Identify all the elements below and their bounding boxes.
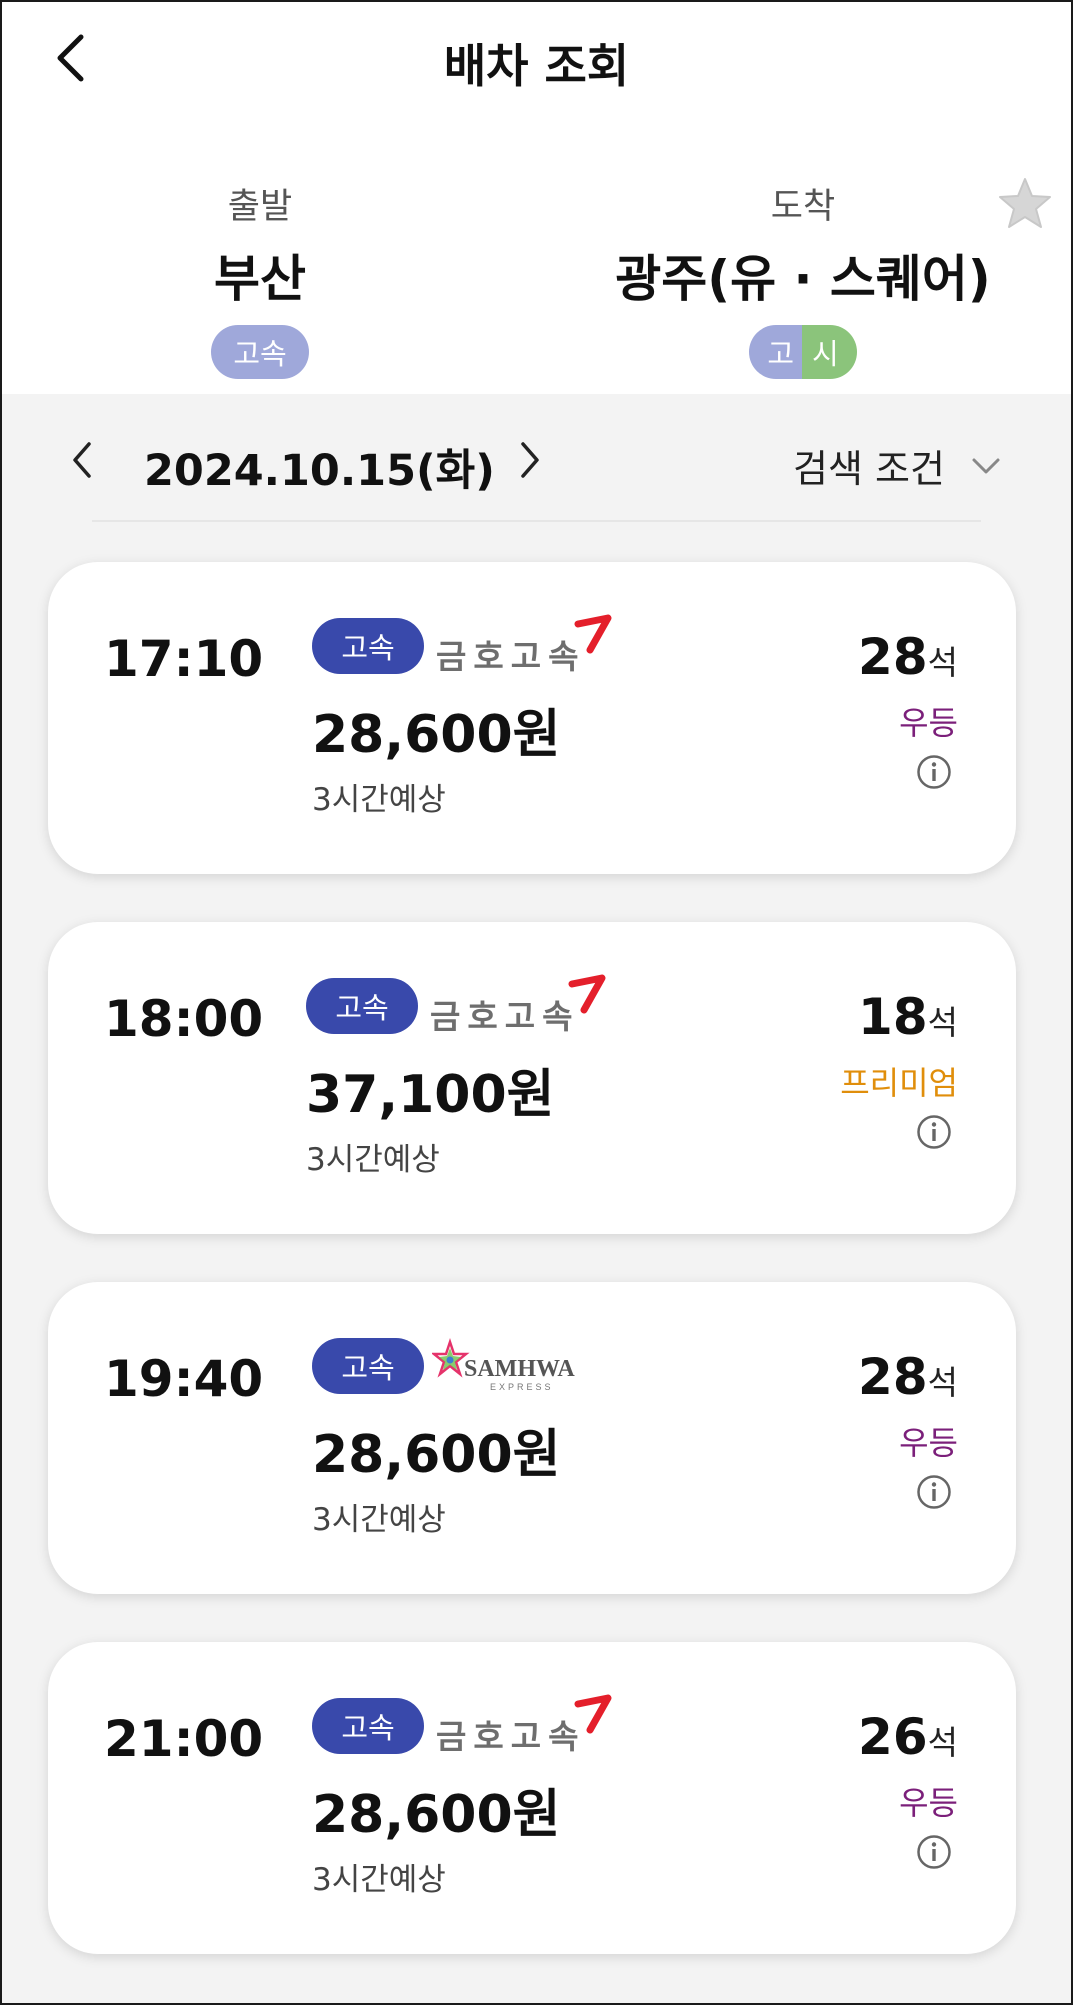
samhwa-star-icon — [432, 1338, 470, 1378]
estimated-duration: 3시간예상 — [312, 782, 446, 818]
samhwa-wordmark: SAMHWA — [464, 1356, 575, 1382]
express-badge: 고속 — [312, 618, 424, 674]
estimated-duration: 3시간예상 — [312, 1502, 446, 1538]
company-name: 금호고속 — [436, 1717, 586, 1756]
departure-time: 17:10 — [104, 630, 264, 688]
schedule-card[interactable]: 17:10 고속 금호고속 28,600원 3시간예상 28석 우등 — [48, 562, 1016, 874]
kumho-logo-icon — [574, 614, 612, 654]
arrival-label: 도착 — [770, 187, 836, 227]
bus-grade: 우등 — [899, 704, 958, 742]
fare: 28,600원 — [312, 1425, 561, 1485]
schedule-card[interactable]: 21:00 고속 금호고속 28,600원 3시간예상 26석 우등 — [48, 1642, 1016, 1954]
estimated-duration: 3시간예상 — [312, 1862, 446, 1898]
departure-time: 18:00 — [104, 990, 264, 1048]
page-title: 배차 조회 — [443, 39, 630, 93]
date-bar: 2024.10.15(화) 검색 조건 — [0, 394, 1073, 524]
departure-time: 21:00 — [104, 1710, 264, 1768]
kumho-logo-icon — [568, 974, 606, 1014]
info-icon[interactable] — [916, 1474, 952, 1510]
departure-type-tag: 고속 — [211, 325, 309, 379]
star-icon[interactable] — [997, 176, 1053, 232]
chevron-down-icon — [972, 458, 1000, 473]
departure-city: 부산 — [214, 250, 306, 308]
company-name: 금호고속 — [430, 997, 580, 1036]
remaining-seats: 26석 — [858, 1708, 958, 1766]
seat-unit: 석 — [927, 643, 958, 682]
seat-count: 28 — [858, 628, 928, 686]
express-badge: 고속 — [312, 1698, 424, 1754]
seat-unit: 석 — [927, 1363, 958, 1402]
chevron-left-icon — [73, 442, 91, 478]
seat-count: 18 — [858, 988, 928, 1046]
info-icon[interactable] — [916, 1114, 952, 1150]
seat-count: 26 — [858, 1708, 928, 1766]
express-tag-label: 고 — [749, 325, 802, 379]
intercity-tag-label: 시 — [802, 325, 857, 379]
express-badge: 고속 — [306, 978, 418, 1034]
selected-date[interactable]: 2024.10.15(화) — [144, 436, 495, 498]
samhwa-logo: SAMHWA EXPRESS — [432, 1338, 575, 1392]
bus-grade: 우등 — [899, 1784, 958, 1822]
company-name: 금호고속 — [436, 637, 586, 676]
fare: 37,100원 — [306, 1065, 555, 1125]
estimated-duration: 3시간예상 — [306, 1142, 440, 1178]
departure-label: 출발 — [227, 187, 293, 227]
divider — [92, 520, 981, 522]
fare: 28,600원 — [312, 1785, 561, 1845]
chevron-right-icon — [521, 442, 539, 478]
seat-count: 28 — [858, 1348, 928, 1406]
next-date-button[interactable] — [508, 434, 552, 486]
samhwa-subtitle: EXPRESS — [490, 1382, 554, 1392]
arrival-terminal[interactable]: 도착 광주(유 · 스퀘어) 고 시 — [593, 178, 1013, 379]
remaining-seats: 18석 — [858, 988, 958, 1046]
info-icon[interactable] — [916, 754, 952, 790]
search-filter-button[interactable]: 검색 조건 — [793, 438, 1001, 493]
seat-unit: 석 — [927, 1723, 958, 1762]
kumho-logo-icon — [574, 1694, 612, 1734]
bus-grade: 프리미엄 — [840, 1064, 958, 1102]
bus-grade: 우등 — [899, 1424, 958, 1462]
schedule-card[interactable]: 19:40 고속 SAMHWA EXPRESS 28,600원 3시간예상 28… — [48, 1282, 1016, 1594]
prev-date-button[interactable] — [60, 434, 104, 486]
arrival-city: 광주(유 · 스퀘어) — [615, 250, 991, 308]
route-header: 배차 조회 출발 부산 고속 도착 광주(유 · 스퀘어) 고 시 — [0, 0, 1073, 394]
fare: 28,600원 — [312, 705, 561, 765]
departure-time: 19:40 — [104, 1350, 264, 1408]
arrival-type-tag: 고 시 — [749, 325, 857, 379]
info-icon[interactable] — [916, 1834, 952, 1870]
search-filter-label: 검색 조건 — [793, 447, 945, 491]
seat-unit: 석 — [927, 1003, 958, 1042]
remaining-seats: 28석 — [858, 628, 958, 686]
express-badge: 고속 — [312, 1338, 424, 1394]
remaining-seats: 28석 — [858, 1348, 958, 1406]
schedule-card[interactable]: 18:00 고속 금호고속 37,100원 3시간예상 18석 프리미엄 — [48, 922, 1016, 1234]
departure-terminal[interactable]: 출발 부산 고속 — [50, 178, 470, 379]
express-tag-label: 고속 — [211, 325, 309, 379]
